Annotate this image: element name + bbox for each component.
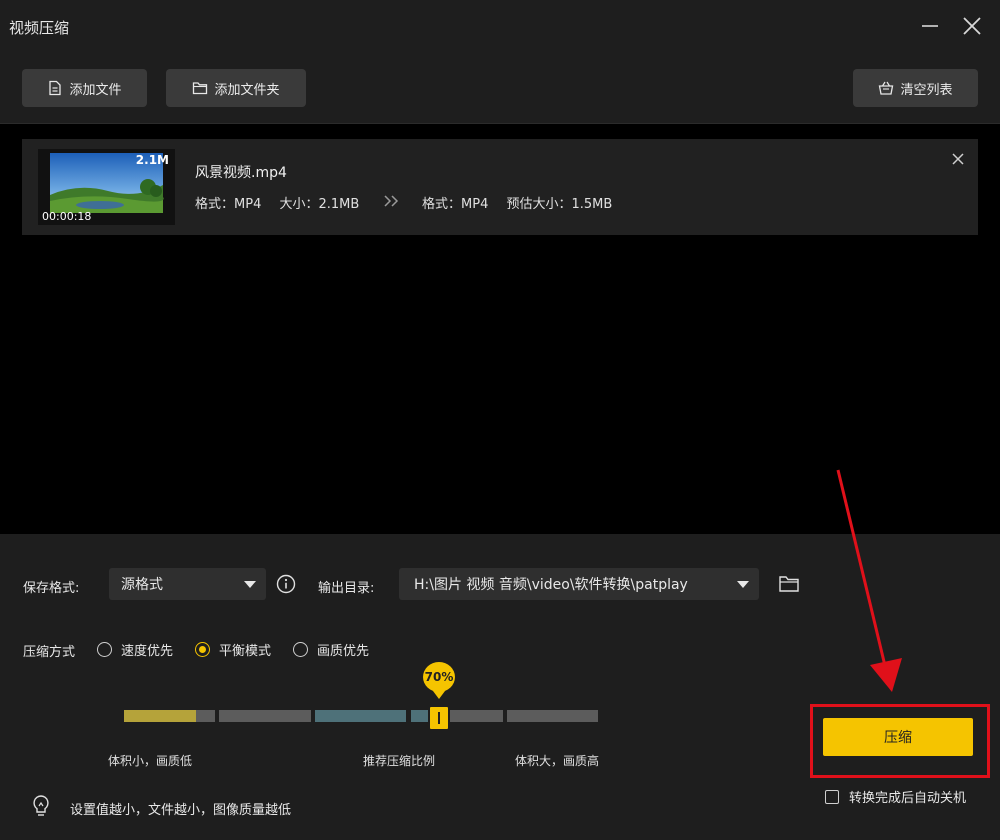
add-folder-button[interactable]: 添加文件夹 [166,69,306,107]
src-format-label: 格式： [195,197,235,212]
radio-balanced-mode[interactable]: 平衡模式 [195,640,271,659]
target-info: 格式：MP4 预估大小：1.5MB [422,193,612,212]
compress-button[interactable]: 压缩 [823,718,973,756]
output-dir-select[interactable]: H:\图片 视频 音频\video\软件转换\patplay [399,568,759,600]
remove-file-icon[interactable] [950,151,966,167]
slider-segment [219,710,311,722]
file-name: 风景视频.mp4 [195,165,287,181]
annotation-arrow [836,469,902,692]
output-dir-label: 输出目录: [318,581,375,596]
radio-speed-priority[interactable]: 速度优先 [97,640,173,659]
video-thumbnail: 2.1M 00:00:18 [38,149,175,225]
src-size-label: 大小： [279,197,319,212]
clear-list-label: 清空列表 [900,82,953,98]
save-format-select[interactable]: 源格式 [109,568,266,600]
double-chevron-icon [384,195,399,207]
src-format: MP4 [234,197,262,212]
open-folder-icon[interactable] [778,574,800,594]
video-duration: 00:00:18 [42,210,92,223]
chevron-down-icon [737,581,749,588]
file-item[interactable]: 2.1M 00:00:18 风景视频.mp4 格式：MP4 大小：2.1MB 格… [22,139,978,235]
close-icon [963,17,981,35]
radio-label: 速度优先 [121,644,174,659]
title-bar: 视频压缩 [0,0,1000,52]
est-size-label: 预估大小： [506,197,572,212]
window-title: 视频压缩 [9,19,70,37]
add-file-button[interactable]: 添加文件 [22,69,147,107]
slider-segment [196,710,215,722]
folder-icon [193,82,208,95]
save-format-label: 保存格式: [23,581,80,596]
est-size: 1.5MB [571,197,613,212]
compression-method-label: 压缩方式 [23,645,76,660]
basket-icon [879,81,894,95]
src-size: 2.1MB [318,197,360,212]
thumbnail-size: 2.1M [135,153,169,167]
radio-circle [97,642,112,657]
radio-circle-selected [195,642,210,657]
dst-format: MP4 [461,197,489,212]
slider-left-label: 体积小，画质低 [108,754,193,768]
toolbar: 添加文件 添加文件夹 清空列表 [0,52,1000,124]
minimize-icon [922,25,938,27]
slider-right-label: 体积大，画质高 [515,754,600,768]
checkbox-box [825,789,839,804]
slider-segment-recommended [315,710,406,722]
tip-text: 设置值越小，文件越小，图像质量越低 [70,803,292,818]
slider-handle[interactable] [428,705,450,731]
close-window-button[interactable] [960,14,984,38]
radio-circle [293,642,308,657]
slider-segment [507,710,598,722]
slider-segment-filled [124,710,196,722]
radio-label: 平衡模式 [219,644,272,659]
slider-mid-label: 推荐压缩比例 [363,754,436,768]
output-dir-value: H:\图片 视频 音频\video\软件转换\patplay [414,577,688,593]
add-folder-label: 添加文件夹 [214,82,280,98]
slider-value-bubble: 70% [423,662,455,699]
radio-quality-priority[interactable]: 画质优先 [293,640,369,659]
bulb-icon [33,795,49,816]
save-format-value: 源格式 [121,577,163,593]
minimize-button[interactable] [918,14,942,38]
source-info: 格式：MP4 大小：2.1MB [195,193,359,212]
chevron-down-icon [244,581,256,588]
radio-label: 画质优先 [317,644,370,659]
dst-format-label: 格式： [422,197,462,212]
file-icon [49,80,62,96]
auto-shutdown-label: 转换完成后自动关机 [849,791,967,806]
info-icon[interactable] [276,574,296,594]
add-file-label: 添加文件 [69,82,122,98]
clear-list-button[interactable]: 清空列表 [853,69,978,107]
auto-shutdown-checkbox[interactable]: 转换完成后自动关机 [825,787,966,806]
